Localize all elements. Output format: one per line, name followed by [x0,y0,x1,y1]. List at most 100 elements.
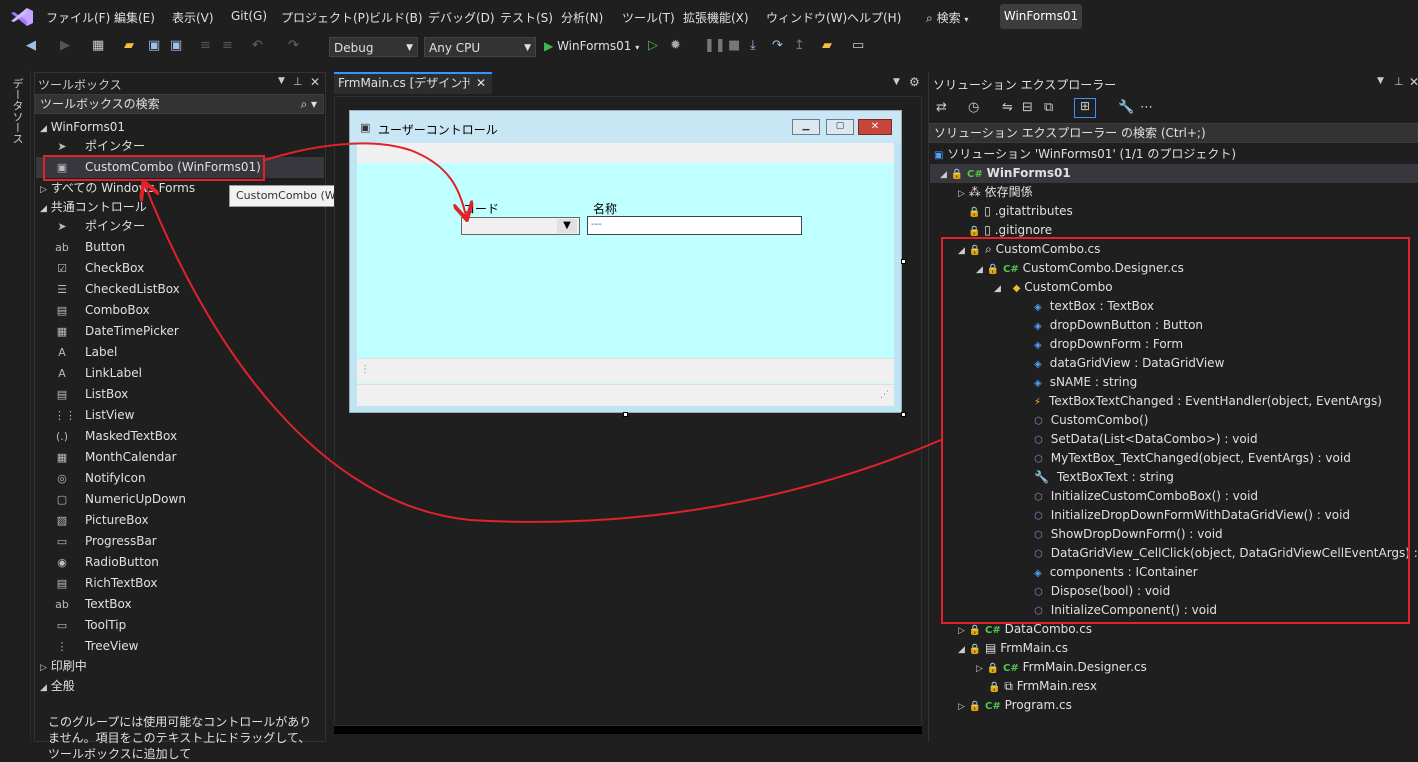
save-all-icon[interactable]: ▣ [170,38,182,53]
step-out-icon[interactable]: ↥ [794,38,805,53]
folder-icon[interactable]: ▰ [822,38,832,53]
toolbox-item[interactable]: ▭ ProgressBar [36,531,324,552]
gear-icon[interactable]: ⚙ [909,75,920,89]
dropdown-icon[interactable]: ▼ [1377,76,1384,86]
toolbox-item[interactable]: ⋮ TreeView [36,636,324,657]
pending-changes-icon[interactable]: ◷ [968,100,979,115]
stop-icon[interactable]: ■ [728,38,740,53]
toolbox-group-all-winforms[interactable]: ▷ すべての Windows Forms [40,178,195,198]
tree-frmmain-resx[interactable]: 🔒 ⧉ FrmMain.resx [988,677,1097,696]
tree-dependencies[interactable]: ▷ ⁂ 依存関係 [958,183,1033,202]
menu-item[interactable]: プロジェクト(P) [281,9,370,26]
hot-reload-icon[interactable]: ✹ [670,38,681,53]
toolbox-item[interactable]: ◎ NotifyIcon [36,468,324,489]
tree-solution[interactable]: ▣ ソリューション 'WinForms01' (1/1 のプロジェクト) [934,145,1236,164]
tree-gitattributes[interactable]: 🔒 ▯ .gitattributes [968,202,1073,221]
menu-item[interactable]: ファイル(F) [46,9,110,26]
resize-handle[interactable] [901,259,906,264]
toolbox-group-project[interactable]: ◢ WinForms01 [40,117,125,137]
minimize-button[interactable]: ▁ [792,119,820,135]
menu-item[interactable]: 分析(N) [561,9,603,26]
show-all-files-icon[interactable]: ⧉ [1044,100,1053,115]
window-layout-icon[interactable]: ▭ [852,38,864,53]
close-icon[interactable]: ✕ [1409,75,1418,89]
toolbox-item[interactable]: ab Button [36,237,324,258]
toolbox-item[interactable]: A Label [36,342,324,363]
name-textbox[interactable]: --- [587,216,802,235]
step-over-icon[interactable]: ↷ [772,38,783,53]
menu-item[interactable]: ビルド(B) [369,9,423,26]
close-icon[interactable]: ✕ [476,74,486,92]
new-item-icon[interactable]: ▦ [92,38,104,53]
redo-icon[interactable]: ↷ [288,38,299,53]
toolbox-item[interactable]: ▦ MonthCalendar [36,447,324,468]
menu-item[interactable]: ヘルプ(H) [847,9,901,26]
toolbox-group-printing[interactable]: ▷ 印刷中 [40,656,87,676]
pause-icon[interactable]: ❚❚ [704,38,726,53]
dropdown-icon[interactable]: ▼ [278,76,285,86]
undo-icon[interactable]: ↶ [252,38,263,53]
toolbox-item[interactable]: ▦ DateTimePicker [36,321,324,342]
properties-icon[interactable]: 🔧 [1118,100,1134,115]
resize-handle[interactable] [623,412,628,417]
tree-program-cs[interactable]: ▷ 🔒 C# Program.cs [958,696,1072,715]
toolbox-item[interactable]: ▤ RichTextBox [36,573,324,594]
switch-views-icon[interactable]: ⇄ [936,100,947,115]
collapse-all-icon[interactable]: ⊟ [1022,100,1033,115]
menu-item[interactable]: ツール(T) [622,9,675,26]
toolbox-item[interactable]: ⋮⋮ ListView [36,405,324,426]
forward-icon[interactable]: ▶ [60,38,70,53]
dropdown-button[interactable]: ▼ [557,219,577,233]
toolbox-item[interactable]: ▤ ListBox [36,384,324,405]
toolbox-search-input[interactable]: ツールボックスの検索 ⌕ ▾ [35,94,324,114]
visual-studio-logo-icon[interactable] [10,7,34,27]
menu-item[interactable]: 表示(V) [172,9,214,26]
toolbox-item[interactable]: ☰ CheckedListBox [36,279,324,300]
pin-icon[interactable]: ⊣ [461,74,470,92]
toolbox-item[interactable]: ab TextBox [36,594,324,615]
toolbox-group-general[interactable]: ◢ 全般 [40,676,75,696]
menu-item[interactable]: 拡張機能(X) [683,9,749,26]
menu-item[interactable]: 編集(E) [114,9,155,26]
toolbox-group-common-controls[interactable]: ◢ 共通コントロール [40,197,147,217]
start-without-debugging-icon[interactable]: ▷ [648,38,658,53]
toolbox-item[interactable]: ▤ ComboBox [36,300,324,321]
pin-icon[interactable]: ⊥ [293,75,303,88]
tree-frmmain-designer[interactable]: ▷ 🔒 C# FrmMain.Designer.cs [976,658,1147,677]
menu-item[interactable]: デバッグ(D) [428,9,495,26]
save-icon[interactable]: ▣ [148,38,160,53]
resize-handle[interactable] [901,412,906,417]
solution-explorer-search-input[interactable]: ソリューション エクスプローラー の検索 (Ctrl+;) [929,123,1418,143]
search-button[interactable]: ⌕ 検索 ▾ [926,9,968,26]
toolbox-item[interactable]: ☑ CheckBox [36,258,324,279]
comment-icon[interactable]: ≡ [200,38,211,53]
sync-icon[interactable]: ⇋ [1002,100,1013,115]
toolbox-item-pointer[interactable]: ➤ ポインター [36,136,324,157]
toolbox-item[interactable]: (.) MaskedTextBox [36,426,324,447]
toolbox-item[interactable]: A LinkLabel [36,363,324,384]
configuration-dropdown[interactable]: Debug ▼ [329,37,418,57]
datasources-tab[interactable]: データソース [9,78,25,144]
tree-project[interactable]: ◢ 🔒 C# WinForms01 [930,164,1418,183]
toolbox-item[interactable]: ➤ ポインター [36,216,324,237]
pin-icon[interactable]: ⊥ [1394,75,1404,88]
close-icon[interactable]: ✕ [310,75,320,89]
back-icon[interactable]: ◀ [26,38,36,53]
menu-item[interactable]: Git(G) [231,9,267,23]
step-into-icon[interactable]: ⤓ [750,38,756,53]
maximize-button[interactable]: ▢ [826,119,854,135]
platform-dropdown[interactable]: Any CPU ▼ [424,37,536,57]
preview-selected-icon[interactable]: ⊞ [1074,98,1096,118]
toolbox-item[interactable]: ▭ ToolTip [36,615,324,636]
tab-frmmain-design[interactable]: FrmMain.cs [デザイン] ⊣ ✕ [334,72,492,94]
open-folder-icon[interactable]: ▰ [124,38,134,53]
start-debugging-button[interactable]: ▶ WinForms01 ▾ [544,39,639,53]
form-close-button[interactable]: ✕ [858,119,892,135]
toolbox-item[interactable]: ◉ RadioButton [36,552,324,573]
toolbox-item[interactable]: ▢ NumericUpDown [36,489,324,510]
toolbox-item[interactable]: ▨ PictureBox [36,510,324,531]
menu-item[interactable]: テスト(S) [500,9,553,26]
tab-list-icon[interactable]: ▼ [893,77,900,87]
more-icon[interactable]: ⋯ [1140,100,1153,115]
tree-frmmain-cs[interactable]: ◢ 🔒 ▤ FrmMain.cs [958,639,1068,658]
